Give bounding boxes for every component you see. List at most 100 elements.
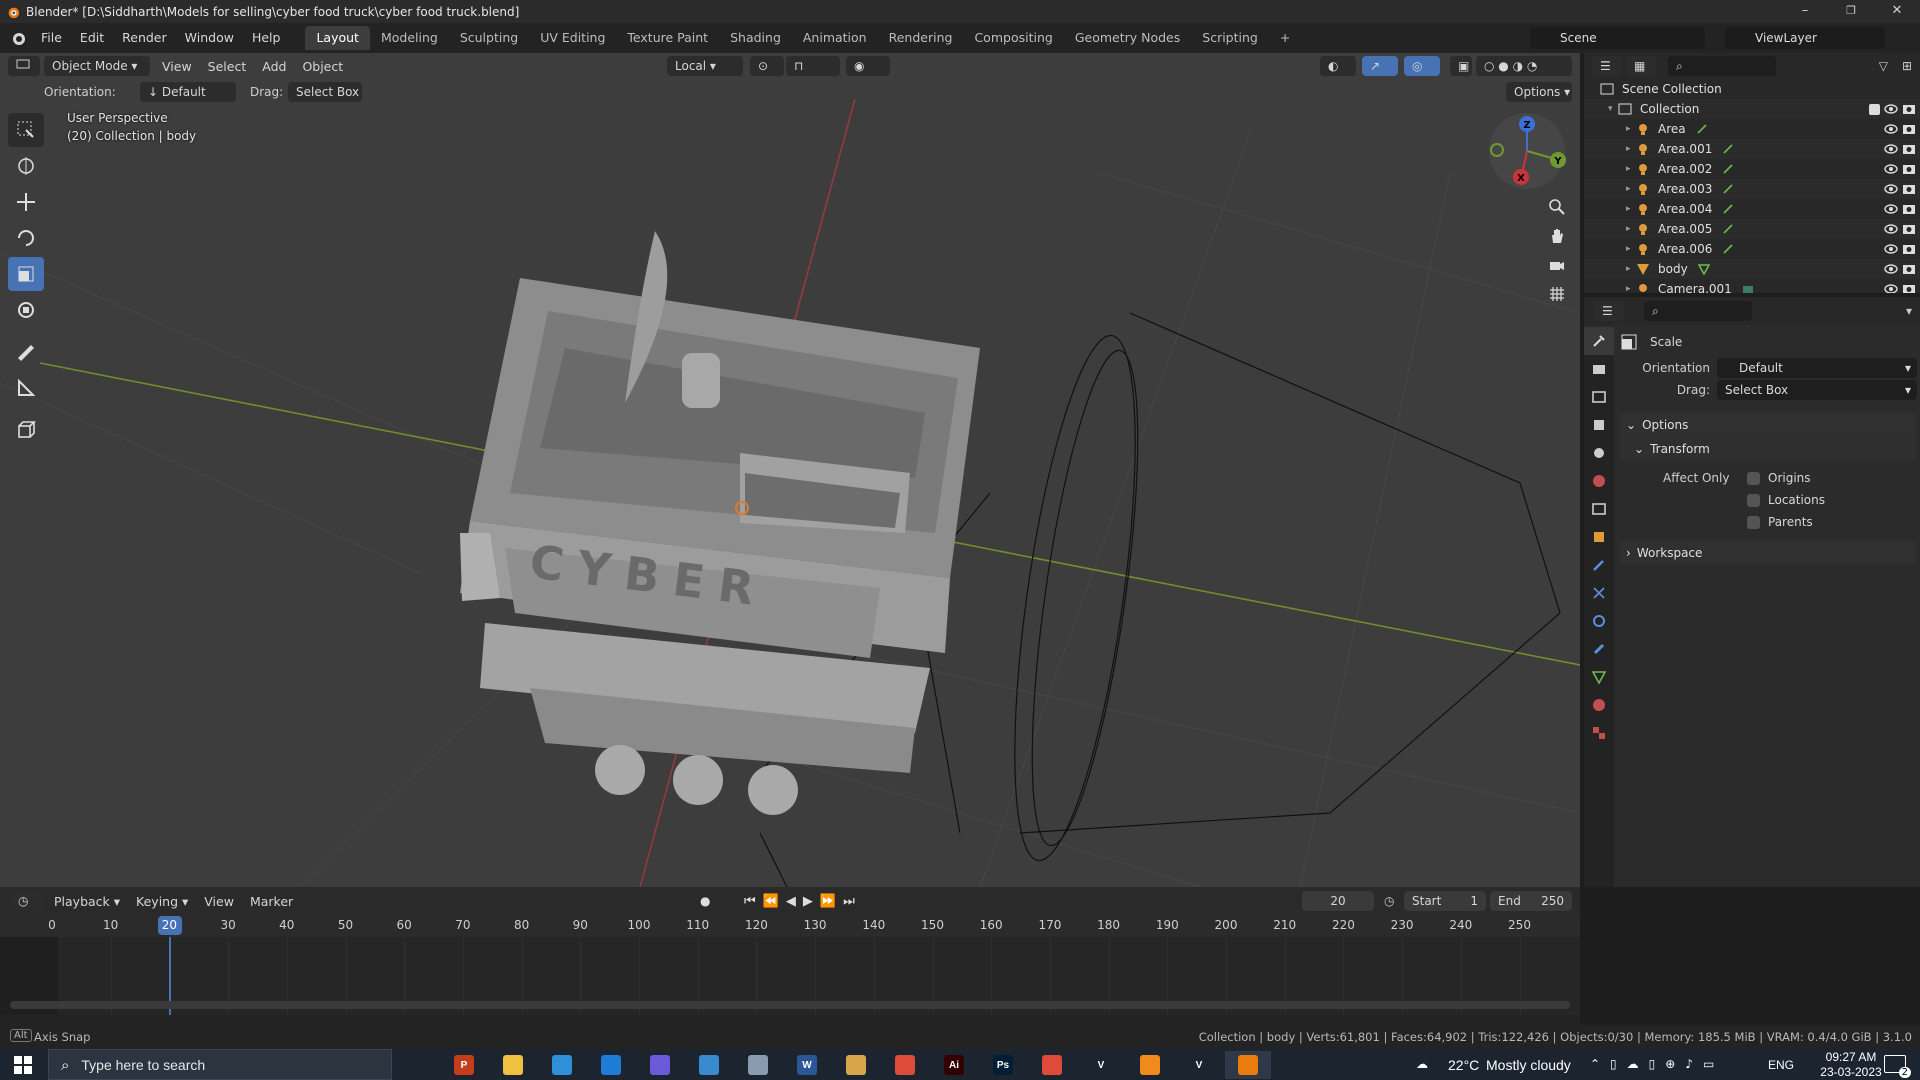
outliner-item[interactable]: ▸ Area.001 [1584,139,1920,159]
outliner-item[interactable]: ▸ Camera.001 [1584,279,1920,293]
expand-icon[interactable]: ▸ [1626,124,1636,134]
timeline-ruler[interactable]: 0 10 20 30 40 50 60 70 80 90 100 110 120 130 140 150 160… [0,915,1580,937]
ortho-toggle-button[interactable] [1544,281,1570,307]
transform-orientation-dropdown[interactable]: Local ▾ [667,56,743,76]
render-camera-icon[interactable] [1902,222,1916,236]
options-panel-header[interactable]: ⌄ Options [1620,413,1916,437]
eye-icon[interactable] [1884,222,1898,236]
expand-icon[interactable]: ▸ [1626,144,1636,154]
taskbar-app-powerpoint[interactable]: P [441,1051,487,1079]
taskbar-app-file-explorer[interactable] [490,1051,536,1079]
shading-mode-buttons[interactable]: ○ ● ◑ ◔ [1476,56,1572,76]
pan-button[interactable] [1544,223,1570,249]
start-frame-field[interactable]: Start 1 [1404,891,1486,911]
tool-tab[interactable] [1584,327,1614,355]
workspace-tab-shading[interactable]: Shading [719,26,792,50]
eye-icon[interactable] [1884,202,1898,216]
menu-edit[interactable]: Edit [71,23,113,53]
timeline-menu-keying[interactable]: Keying ▾ [128,894,196,909]
origins-checkbox[interactable] [1747,471,1760,485]
taskbar-app-word[interactable]: W [784,1051,830,1079]
navigation-gizmo[interactable]: Z Y X [1485,109,1575,199]
taskbar-app-photoshop[interactable]: Ps [980,1051,1026,1079]
weather-text[interactable]: Mostly cloudy [1486,1057,1571,1073]
timeline-scrollbar[interactable] [10,1001,1570,1009]
collection-tab[interactable] [1584,495,1614,523]
data-tab[interactable] [1584,663,1614,691]
scene-tab[interactable] [1584,439,1614,467]
physics-tab[interactable] [1584,607,1614,635]
collapse-icon[interactable]: ▾ [1608,104,1618,114]
locations-checkbox[interactable] [1747,493,1760,507]
3d-viewport[interactable]: CYBER Object Mode ▾ View Select Add Obje… [0,53,1580,887]
outliner-item[interactable]: ▸ Area.004 [1584,199,1920,219]
expand-icon[interactable]: ▸ [1626,284,1636,293]
expand-icon[interactable]: ▸ [1626,264,1636,274]
expand-icon[interactable]: ▸ [1626,184,1636,194]
eye-icon[interactable] [1884,262,1898,276]
overlays-toggle-button[interactable]: ◎ [1404,56,1440,76]
system-tray-icons[interactable]: ⌃▯☁▯⊕♪▭ [1590,1057,1724,1071]
expand-icon[interactable]: ▸ [1626,164,1636,174]
workspace-tab-compositing[interactable]: Compositing [963,26,1063,50]
add-cube-tool[interactable] [8,413,44,447]
clock[interactable]: 09:27 AM 23-03-2023 [1806,1050,1896,1080]
taskbar-app-task-view[interactable] [392,1051,438,1079]
blender-menu-icon[interactable] [10,30,26,46]
workspace-tab-scripting[interactable]: Scripting [1191,26,1269,50]
timeline-menu-playback[interactable]: Playback ▾ [46,894,128,909]
outliner-item[interactable]: ▸ Area.006 [1584,239,1920,259]
notification-button[interactable]: 2 [1884,1055,1911,1078]
outliner-item[interactable]: ▸ body [1584,259,1920,279]
eye-icon[interactable] [1884,182,1898,196]
transform-subpanel-header[interactable]: ⌄ Transform [1620,437,1916,461]
move-tool[interactable] [8,185,44,219]
snap-button[interactable]: ⊓ [786,56,840,76]
eye-icon[interactable] [1884,102,1898,116]
workspace-tab-layout[interactable]: Layout [305,26,370,50]
options-dropdown[interactable]: Options ▾ [1506,82,1572,102]
taskbar-app-app-gray[interactable] [735,1051,781,1079]
workspace-tab-modeling[interactable]: Modeling [370,26,449,50]
collection-checkbox[interactable] [1869,103,1880,115]
rotate-tool[interactable] [8,221,44,255]
outliner-scene-collection[interactable]: Scene Collection [1584,79,1920,99]
orientation-dropdown[interactable]: ↓ Default [140,82,236,102]
taskbar-app-app-drive[interactable] [833,1051,879,1079]
menu-render[interactable]: Render [113,23,176,53]
filter-icon[interactable]: ▽ [1879,59,1888,73]
expand-icon[interactable]: ▸ [1626,244,1636,254]
material-tab[interactable] [1584,691,1614,719]
viewport-menu-object[interactable]: Object [294,59,351,74]
scene-selector[interactable]: Scene [1530,27,1705,49]
expand-icon[interactable]: ▸ [1626,224,1636,234]
taskbar-app-substance[interactable] [1029,1051,1075,1079]
outliner-collection[interactable]: ▾ Collection [1584,99,1920,119]
select-box-tool[interactable] [8,113,44,147]
outliner-item[interactable]: ▸ Area [1584,119,1920,139]
editor-type-button[interactable] [8,56,40,76]
modifiers-tab[interactable] [1584,551,1614,579]
particles-tab[interactable] [1584,579,1614,607]
drag-dropdown[interactable]: Select Box [288,82,362,102]
eye-icon[interactable] [1884,242,1898,256]
record-button[interactable]: ● [700,894,710,908]
render-camera-icon[interactable] [1902,242,1916,256]
expand-icon[interactable]: ▸ [1626,204,1636,214]
eye-icon[interactable] [1884,162,1898,176]
maximize-button[interactable]: ❐ [1828,0,1874,23]
texture-tab[interactable] [1584,719,1614,747]
add-workspace-button[interactable]: + [1269,26,1301,50]
render-camera-icon[interactable] [1902,182,1916,196]
outliner-editor-type[interactable]: ☰ [1592,56,1622,76]
render-camera-icon[interactable] [1902,202,1916,216]
render-camera-icon[interactable] [1902,122,1916,136]
properties-editor-type[interactable]: ☰ [1594,301,1624,321]
outliner-item[interactable]: ▸ Area.005 [1584,219,1920,239]
prop-orientation-dropdown[interactable]: Default ▾ [1717,358,1917,378]
workspace-tab-sculpting[interactable]: Sculpting [449,26,529,50]
xray-button[interactable]: ▣ [1450,56,1472,76]
prop-drag-dropdown[interactable]: Select Box ▾ [1717,380,1917,400]
timeline-menu-marker[interactable]: Marker [242,894,301,909]
taskbar-app-photos[interactable] [539,1051,585,1079]
